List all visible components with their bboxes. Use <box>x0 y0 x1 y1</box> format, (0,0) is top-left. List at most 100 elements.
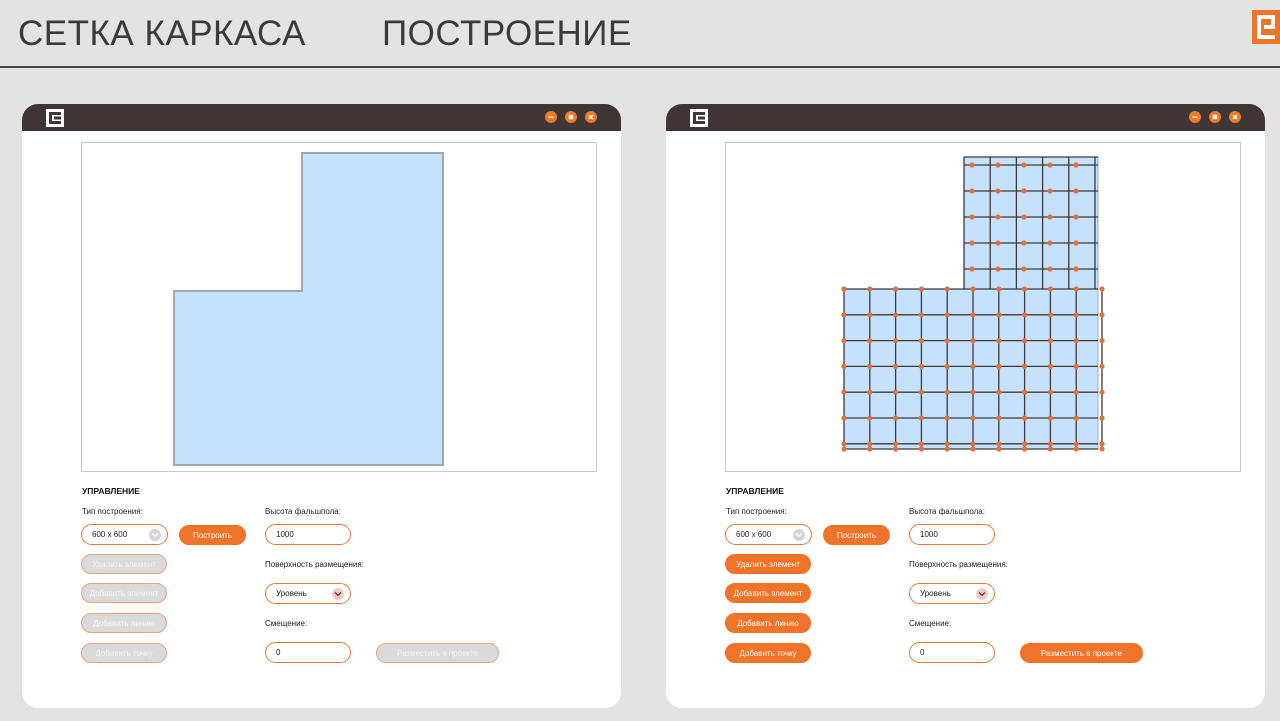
grid-node <box>893 446 899 452</box>
grid-node <box>970 286 976 292</box>
maximize-icon[interactable] <box>1209 111 1221 123</box>
close-icon[interactable] <box>1229 111 1241 123</box>
surface-label: Поверхность размещения: <box>265 560 364 569</box>
height-label: Высота фальшпола: <box>265 507 341 516</box>
grid-node <box>1073 446 1079 452</box>
grid-node <box>996 389 1002 395</box>
grid-node <box>867 415 873 421</box>
grid-node <box>1021 240 1027 246</box>
grid-node <box>893 389 899 395</box>
grid-node <box>995 214 1001 220</box>
grid-node <box>1047 312 1053 318</box>
build-button[interactable]: Построить <box>823 525 890 545</box>
page-title-frame-grid: СЕТКА КАРКАСА <box>18 14 306 53</box>
height-input[interactable]: 1000 <box>265 524 351 545</box>
grid-node <box>1047 338 1053 344</box>
grid-node <box>918 389 924 395</box>
grid-node <box>970 415 976 421</box>
grid-node <box>1047 188 1053 194</box>
frame-grid <box>841 156 1105 452</box>
delete-element-button[interactable]: Удалить элемент <box>725 554 811 574</box>
add-element-button[interactable]: Добавить элемент <box>81 583 167 603</box>
grid-node <box>841 446 847 452</box>
brand-logo-icon <box>1252 10 1280 44</box>
drawing-canvas[interactable] <box>725 142 1241 472</box>
grid-node <box>996 363 1002 369</box>
grid-node <box>996 286 1002 292</box>
grid-node <box>995 162 1001 168</box>
grid-node <box>996 338 1002 344</box>
grid-node <box>1099 441 1105 447</box>
grid-node <box>1047 446 1053 452</box>
grid-node <box>1073 441 1079 447</box>
offset-input[interactable]: 0 <box>265 642 351 663</box>
place-in-project-button[interactable]: Разместить в проекте <box>376 643 499 663</box>
place-in-project-button[interactable]: Разместить в проекте <box>1020 643 1143 663</box>
grid-node <box>969 214 975 220</box>
surface-select[interactable]: Уровень <box>265 583 351 604</box>
grid-node <box>1073 240 1079 246</box>
grid-node <box>970 446 976 452</box>
add-line-button[interactable]: Добавить линию <box>725 613 811 633</box>
grid-node <box>1022 441 1028 447</box>
height-input[interactable]: 1000 <box>909 524 995 545</box>
grid-node <box>918 312 924 318</box>
offset-value: 0 <box>276 648 281 657</box>
surface-value: Уровень <box>276 589 307 598</box>
maximize-icon[interactable] <box>565 111 577 123</box>
add-line-button[interactable]: Добавить линию <box>81 613 167 633</box>
height-value: 1000 <box>276 530 294 539</box>
close-icon[interactable] <box>585 111 597 123</box>
build-button[interactable]: Построить <box>179 525 246 545</box>
grid-area-fill <box>843 156 1099 450</box>
grid-node <box>995 188 1001 194</box>
grid-node <box>893 338 899 344</box>
page-title-construction: ПОСТРОЕНИЕ <box>382 14 632 53</box>
grid-node <box>1021 188 1027 194</box>
add-element-button[interactable]: Добавить элемент <box>725 583 811 603</box>
grid-node <box>996 312 1002 318</box>
app-logo-icon <box>690 109 708 127</box>
grid-node <box>969 266 975 272</box>
build-type-value: 600 x 600 <box>736 530 772 539</box>
grid-node <box>893 363 899 369</box>
grid-node <box>944 446 950 452</box>
grid-node <box>1099 389 1105 395</box>
offset-label: Смещение: <box>909 619 952 628</box>
window-before-build: УПРАВЛЕНИЕ Тип построения: 600 x 600 Пос… <box>22 104 621 708</box>
grid-node <box>1047 266 1053 272</box>
surface-select[interactable]: Уровень <box>909 583 995 604</box>
drawing-canvas[interactable] <box>81 142 597 472</box>
grid-node <box>1021 266 1027 272</box>
grid-node <box>918 363 924 369</box>
add-point-button[interactable]: Добавить точку <box>81 643 167 663</box>
minimize-icon[interactable] <box>1189 111 1201 123</box>
build-type-select[interactable]: 600 x 600 <box>725 524 812 545</box>
grid-node <box>867 363 873 369</box>
surface-value: Уровень <box>920 589 951 598</box>
grid-node <box>1073 415 1079 421</box>
grid-node <box>867 338 873 344</box>
grid-node <box>867 446 873 452</box>
minimize-icon[interactable] <box>545 111 557 123</box>
grid-node <box>867 312 873 318</box>
offset-input[interactable]: 0 <box>909 642 995 663</box>
build-type-label: Тип построения: <box>82 507 143 516</box>
grid-node <box>841 389 847 395</box>
grid-node <box>1021 214 1027 220</box>
grid-node <box>970 389 976 395</box>
app-logo-icon <box>46 109 64 127</box>
grid-node <box>1073 338 1079 344</box>
build-type-label: Тип построения: <box>726 507 787 516</box>
grid-node <box>1047 286 1053 292</box>
delete-element-button[interactable]: Удалить элемент <box>81 554 167 574</box>
grid-node <box>893 312 899 318</box>
build-type-select[interactable]: 600 x 600 <box>81 524 168 545</box>
grid-node <box>1073 312 1079 318</box>
grid-node <box>970 363 976 369</box>
grid-node <box>841 415 847 421</box>
chevron-down-icon <box>332 588 344 600</box>
grid-node <box>1073 162 1079 168</box>
add-point-button[interactable]: Добавить точку <box>725 643 811 663</box>
grid-node <box>918 446 924 452</box>
